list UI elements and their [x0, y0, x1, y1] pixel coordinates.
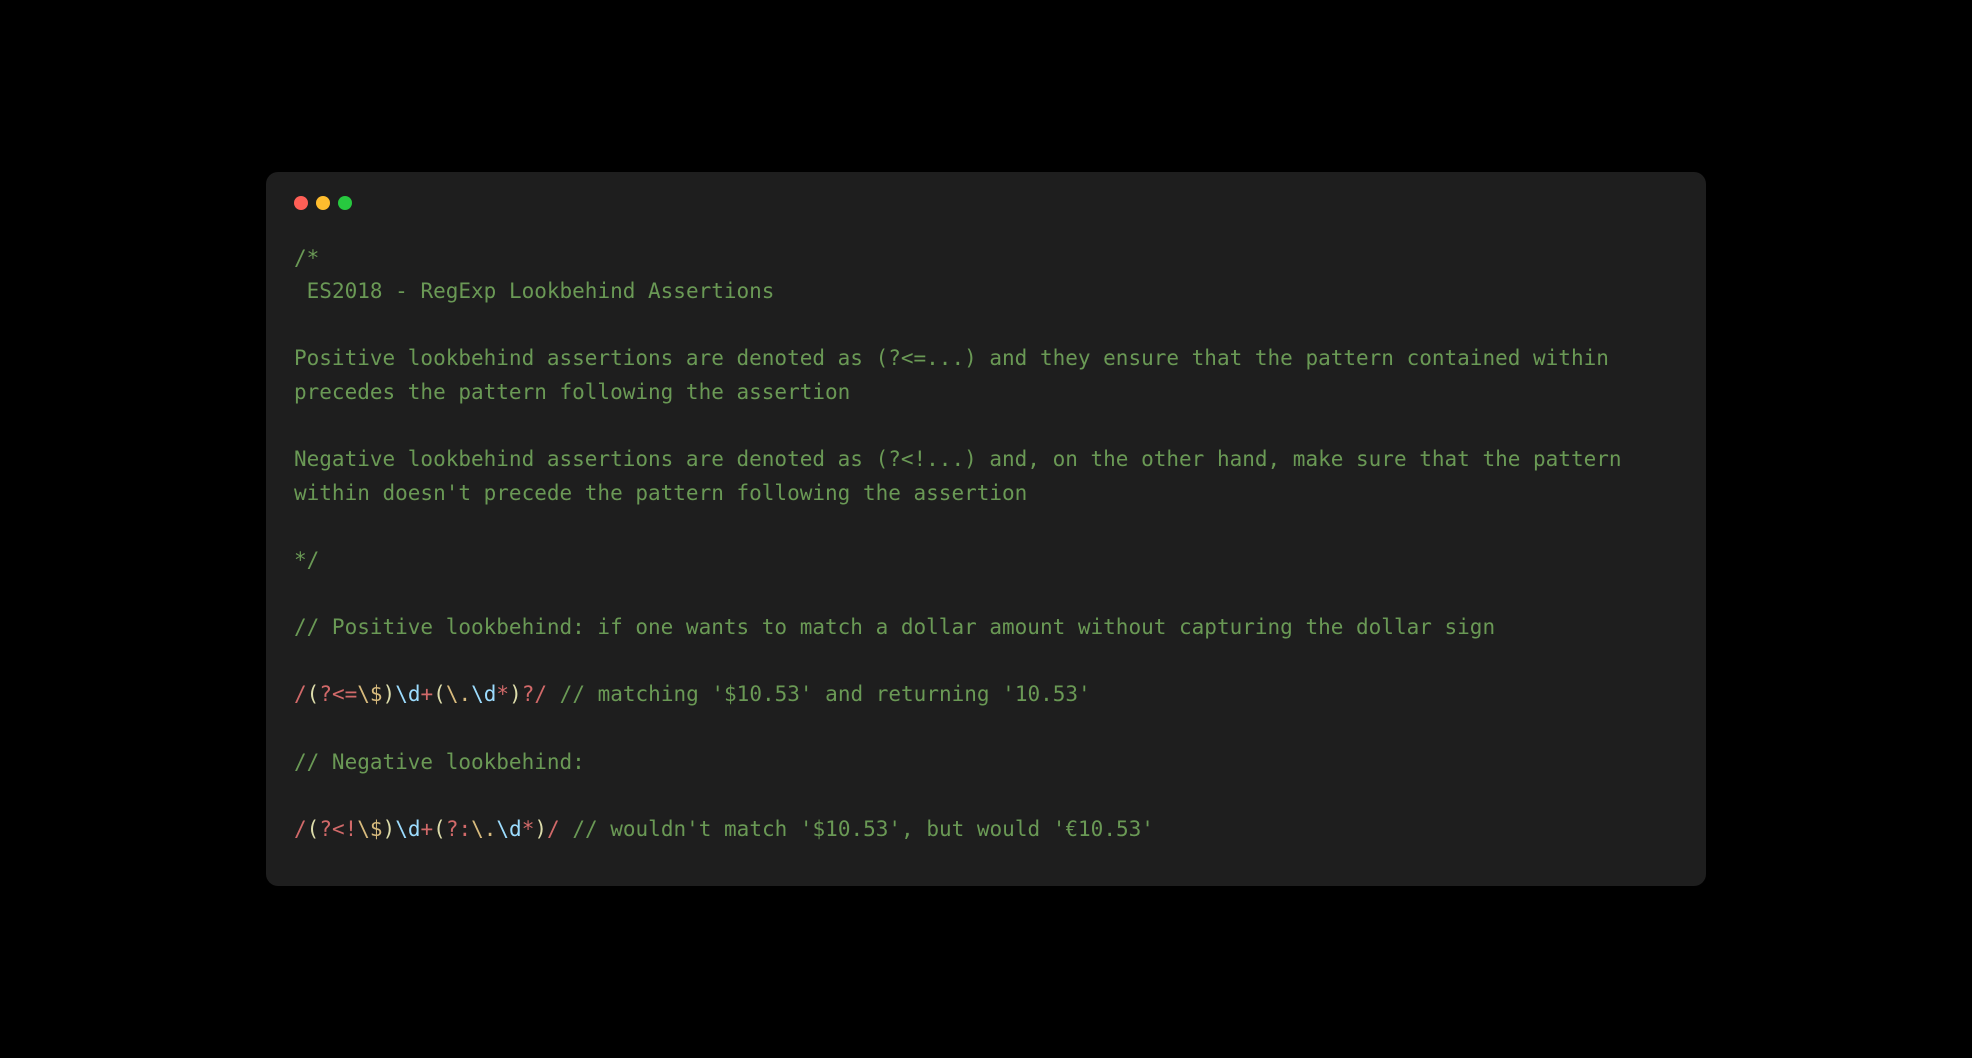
regex-noncapture: ?:	[446, 817, 471, 841]
regex-quantifier: *	[496, 682, 509, 706]
regex-line: /(?<!\$)\d+(?:\.\d*)/ // wouldn't match …	[294, 817, 1154, 841]
regex-digit: \d	[471, 682, 496, 706]
regex-line: /(?<=\$)\d+(\.\d*)?/ // matching '$10.53…	[294, 682, 1091, 706]
code-block: /* ES2018 - RegExp Lookbehind Assertions…	[294, 242, 1678, 847]
regex-quantifier: +	[421, 817, 434, 841]
regex-escape: \.	[471, 817, 496, 841]
comment-inline: // matching '$10.53' and returning '10.5…	[547, 682, 1091, 706]
regex-paren: (	[307, 817, 320, 841]
regex-paren: )	[383, 817, 396, 841]
comment-line: // Negative lookbehind:	[294, 750, 585, 774]
regex-paren: )	[383, 682, 396, 706]
regex-lookbehind: ?<!	[319, 817, 357, 841]
regex-quantifier: +	[421, 682, 434, 706]
regex-delimiter: /	[534, 682, 547, 706]
code-window: /* ES2018 - RegExp Lookbehind Assertions…	[266, 172, 1706, 887]
regex-digit: \d	[496, 817, 521, 841]
regex-paren: )	[534, 817, 547, 841]
regex-escape: \$	[357, 682, 382, 706]
comment-line: ES2018 - RegExp Lookbehind Assertions	[294, 279, 774, 303]
regex-delimiter: /	[294, 682, 307, 706]
regex-paren: )	[509, 682, 522, 706]
regex-escape: \.	[446, 682, 471, 706]
window-titlebar	[294, 196, 1678, 210]
comment-inline: // wouldn't match '$10.53', but would '€…	[560, 817, 1154, 841]
comment-line: /*	[294, 246, 319, 270]
regex-digit: \d	[395, 682, 420, 706]
regex-escape: \$	[357, 817, 382, 841]
maximize-icon[interactable]	[338, 196, 352, 210]
regex-quantifier: ?	[522, 682, 535, 706]
comment-line: Negative lookbehind assertions are denot…	[294, 447, 1634, 505]
regex-quantifier: *	[522, 817, 535, 841]
regex-digit: \d	[395, 817, 420, 841]
regex-delimiter: /	[547, 817, 560, 841]
regex-delimiter: /	[294, 817, 307, 841]
regex-paren: (	[433, 682, 446, 706]
comment-line: */	[294, 548, 319, 572]
comment-line: // Positive lookbehind: if one wants to …	[294, 615, 1495, 639]
regex-lookbehind: ?<=	[319, 682, 357, 706]
minimize-icon[interactable]	[316, 196, 330, 210]
regex-paren: (	[433, 817, 446, 841]
regex-paren: (	[307, 682, 320, 706]
comment-line: Positive lookbehind assertions are denot…	[294, 346, 1622, 404]
close-icon[interactable]	[294, 196, 308, 210]
